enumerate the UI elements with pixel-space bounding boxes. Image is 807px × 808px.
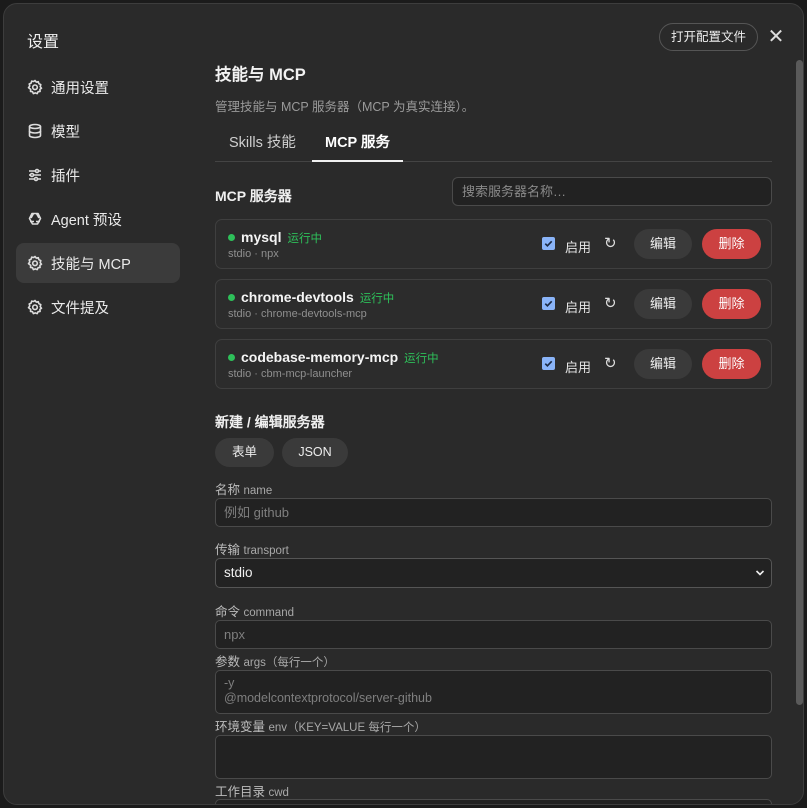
server-name: codebase-memory-mcp (241, 349, 399, 365)
edit-server-button[interactable]: 编辑 (634, 349, 692, 379)
label-text: 命令 (215, 605, 241, 619)
transport-field-label: 传输 transport (215, 539, 289, 558)
edit-server-button[interactable]: 编辑 (634, 289, 692, 319)
args-field-label: 参数 args（每行一个） (215, 651, 335, 670)
sidebar-item-label: Agent 预设 (51, 212, 122, 229)
sidebar-item-models[interactable]: 模型 (16, 111, 180, 151)
label-text-en: cwd (268, 787, 289, 799)
sidebar-item-file-mentions[interactable]: 文件提及 (16, 287, 180, 327)
server-name-row: mysql 运行中 (241, 229, 322, 246)
enable-label: 启用 (565, 300, 592, 315)
label-text-en: args（每行一个） (243, 657, 335, 669)
name-input[interactable] (215, 498, 772, 527)
server-name: mysql (241, 229, 282, 245)
label-text: 参数 (215, 655, 241, 669)
refresh-icon[interactable]: ↻ (604, 294, 617, 312)
args-textarea[interactable] (215, 670, 772, 714)
main-panel: 技能与 MCP 管理技能与 MCP 服务器（MCP 为真实连接）。 Skills… (215, 4, 772, 804)
server-status: 运行中 (404, 353, 439, 365)
cwd-field-label: 工作目录 cwd (215, 781, 289, 800)
enable-checkbox[interactable] (542, 357, 555, 370)
server-card: chrome-devtools 运行中 stdio · chrome-devtoo… (215, 279, 772, 329)
enable-checkbox[interactable] (542, 297, 555, 310)
page-subtitle: 管理技能与 MCP 服务器（MCP 为真实连接）。 (215, 100, 475, 114)
server-name-row: codebase-memory-mcp 运行中 (241, 349, 439, 366)
delete-server-button[interactable]: 删除 (702, 349, 761, 379)
status-dot (228, 354, 235, 361)
gear-icon (27, 299, 43, 315)
sliders-icon (27, 167, 43, 183)
label-text-en: name (243, 485, 273, 497)
chevron-down-icon (755, 570, 765, 576)
sidebar-item-plugins[interactable]: 插件 (16, 155, 180, 195)
page-title: 技能与 MCP (215, 66, 306, 84)
sidebar-item-label: 文件提及 (51, 300, 109, 317)
scrollbar[interactable] (796, 60, 803, 705)
refresh-icon[interactable]: ↻ (604, 354, 617, 372)
sidebar-item-general[interactable]: 通用设置 (16, 67, 180, 107)
edit-server-button[interactable]: 编辑 (634, 229, 692, 259)
editor-section-title: 新建 / 编辑服务器 (215, 414, 325, 430)
label-text: 名称 (215, 483, 241, 497)
tab-bar: Skills 技能 MCP 服务 (215, 128, 772, 162)
server-transport: stdio · chrome-devtools-mcp (228, 308, 367, 320)
status-dot (228, 234, 235, 241)
gear-icon (27, 79, 43, 95)
sidebar: 通用设置 模型 插件 Agent 预设 技能与 MCP 文件提及 (16, 67, 180, 331)
server-card: mysql 运行中 stdio · npx 启用 ↻ 编辑 删除 (215, 219, 772, 269)
mode-json-button[interactable]: JSON (282, 438, 348, 467)
server-transport: stdio · npx (228, 248, 279, 260)
sidebar-item-label: 模型 (51, 124, 80, 141)
command-field-label: 命令 command (215, 601, 294, 620)
enable-label: 启用 (565, 360, 592, 375)
settings-dialog: 设置 打开配置文件 ✕ 通用设置 模型 插件 Agent 预设 技能与 MCP … (3, 3, 804, 805)
name-field-label: 名称 name (215, 479, 272, 498)
gear-icon (27, 255, 43, 271)
sidebar-item-skills-mcp[interactable]: 技能与 MCP (16, 243, 180, 283)
sidebar-item-agent-presets[interactable]: Agent 预设 (16, 199, 180, 239)
delete-server-button[interactable]: 删除 (702, 229, 761, 259)
env-textarea[interactable] (215, 735, 772, 779)
server-search-input[interactable] (452, 177, 772, 206)
server-transport: stdio · cbm-mcp-launcher (228, 368, 353, 380)
server-name-row: chrome-devtools 运行中 (241, 289, 394, 306)
recycle-icon (27, 211, 43, 227)
server-name: chrome-devtools (241, 289, 354, 305)
server-status: 运行中 (359, 293, 395, 305)
label-text: 工作目录 (215, 785, 266, 799)
sidebar-item-label: 通用设置 (51, 80, 109, 97)
enable-label: 启用 (565, 240, 592, 255)
mode-form-button[interactable]: 表单 (215, 438, 274, 467)
servers-section-title: MCP 服务器 (215, 188, 292, 204)
sidebar-item-label: 插件 (51, 168, 80, 185)
dialog-title: 设置 (27, 34, 60, 51)
label-text-en: env（KEY=VALUE 每行一个） (268, 722, 426, 734)
label-text-en: command (243, 607, 295, 619)
tab-skills[interactable]: Skills 技能 (229, 128, 296, 162)
status-dot (228, 294, 235, 301)
server-status: 运行中 (287, 233, 322, 245)
server-card: codebase-memory-mcp 运行中 stdio · cbm-mcp-l… (215, 339, 772, 389)
delete-server-button[interactable]: 删除 (702, 289, 761, 319)
transport-select[interactable]: stdio (215, 558, 772, 588)
cwd-input[interactable] (215, 799, 772, 804)
command-input[interactable] (215, 620, 772, 649)
label-text-en: transport (243, 545, 289, 557)
database-icon (27, 123, 43, 139)
label-text: 环境变量 (215, 720, 266, 734)
transport-value: stdio (224, 565, 253, 580)
env-field-label: 环境变量 env（KEY=VALUE 每行一个） (215, 716, 426, 735)
enable-checkbox[interactable] (542, 237, 555, 250)
tab-mcp-services[interactable]: MCP 服务 (312, 128, 403, 162)
refresh-icon[interactable]: ↻ (604, 234, 617, 252)
sidebar-item-label: 技能与 MCP (51, 256, 131, 273)
label-text: 传输 (215, 543, 241, 557)
